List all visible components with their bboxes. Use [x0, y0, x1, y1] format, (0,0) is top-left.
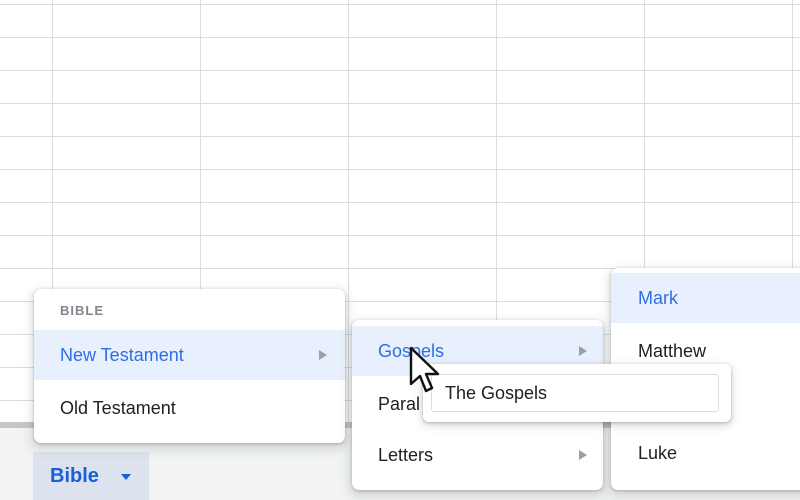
mouse-pointer-icon: [409, 346, 440, 393]
menu-item-label: Matthew: [638, 340, 707, 361]
menu-item-label: Mark: [638, 287, 678, 308]
menu-header: BIBLE: [60, 303, 104, 318]
menu-item-label: Old Testament: [60, 397, 176, 418]
menu-item-letters[interactable]: Letters: [352, 430, 603, 480]
menu-item-label: Luke: [638, 442, 678, 463]
menu-item-luke[interactable]: Luke: [611, 428, 800, 478]
menu-item-mark[interactable]: Mark: [611, 273, 800, 323]
tooltip-text-field: The Gospels: [431, 374, 719, 412]
tooltip-text: The Gospels: [445, 382, 548, 403]
hover-tooltip: The Gospels: [423, 364, 731, 422]
submenu-arrow-icon: [319, 350, 327, 360]
menu-item-label: New Testament: [60, 344, 184, 365]
sheet-tab-label: Bible: [50, 464, 99, 487]
submenu-arrow-icon: [579, 346, 587, 356]
menu-item-label: Letters: [378, 444, 434, 465]
submenu-arrow-icon: [579, 450, 587, 460]
sheet-menu: BIBLE New Testament Old Testament: [34, 289, 345, 443]
spreadsheet-window: Bible BIBLE New Testament Old Testament …: [0, 0, 800, 500]
caret-down-icon[interactable]: [121, 474, 131, 480]
sheet-tab-bible[interactable]: Bible: [33, 452, 149, 500]
menu-item-new-testament[interactable]: New Testament: [34, 330, 345, 380]
menu-item-old-testament[interactable]: Old Testament: [34, 383, 345, 433]
